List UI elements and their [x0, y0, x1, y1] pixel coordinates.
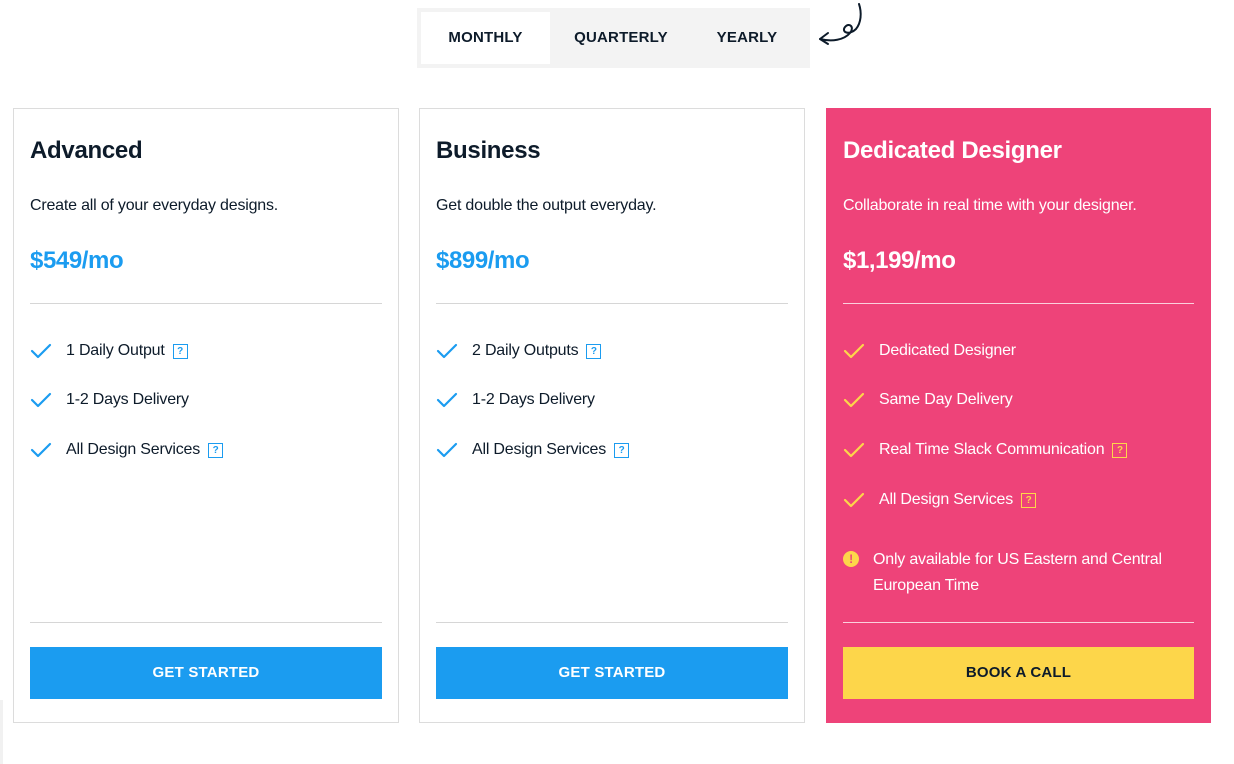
divider: [843, 303, 1194, 304]
feature-label: Real Time Slack Communication: [879, 441, 1105, 458]
page-edge-shadow: [0, 700, 3, 764]
feature-item: 1-2 Days Delivery: [436, 388, 595, 412]
plan-card-dedicated-designer: Dedicated Designer Collaborate in real t…: [826, 108, 1211, 723]
billing-period-toggle: MONTHLY QUARTERLY YEARLY: [417, 8, 810, 68]
check-icon: [843, 442, 865, 458]
feature-label: 2 Daily Outputs: [472, 342, 579, 359]
feature-label: All Design Services: [472, 441, 607, 458]
plan-description: Create all of your everyday designs.: [30, 197, 279, 214]
availability-note-text: Only available for US Eastern and Centra…: [873, 551, 1162, 594]
help-icon[interactable]: ?: [1112, 442, 1128, 458]
divider: [30, 622, 382, 623]
feature-item: Real Time Slack Communication ?: [843, 438, 1128, 462]
check-icon: [30, 343, 52, 359]
check-icon: [30, 392, 52, 408]
curly-arrow-icon: [819, 3, 862, 45]
help-icon[interactable]: ?: [1021, 492, 1037, 508]
help-icon[interactable]: ?: [208, 442, 224, 458]
check-icon: [843, 392, 865, 408]
check-icon: [30, 442, 52, 458]
divider: [436, 622, 788, 623]
feature-item: All Design Services ?: [30, 438, 224, 462]
feature-item: 1-2 Days Delivery: [30, 388, 189, 412]
help-icon[interactable]: ?: [614, 442, 630, 458]
toggle-monthly[interactable]: MONTHLY: [421, 12, 550, 64]
check-icon: [843, 343, 865, 359]
check-icon: [436, 343, 458, 359]
get-started-button[interactable]: GET STARTED: [30, 647, 382, 699]
plan-title: Business: [436, 137, 541, 164]
feature-label: All Design Services: [66, 441, 201, 458]
feature-item: 2 Daily Outputs ?: [436, 339, 602, 363]
feature-item: All Design Services ?: [436, 438, 630, 462]
feature-label: 1-2 Days Delivery: [472, 391, 595, 408]
availability-note: ! Only available for US Eastern and Cent…: [843, 547, 1193, 599]
feature-item: All Design Services ?: [843, 488, 1037, 512]
toggle-quarterly[interactable]: QUARTERLY: [554, 12, 688, 64]
plan-price: $899/mo: [436, 247, 530, 274]
feature-item: Dedicated Designer: [843, 339, 1016, 363]
feature-label: Same Day Delivery: [879, 391, 1013, 408]
check-icon: [843, 492, 865, 508]
plan-price: $1,199/mo: [843, 247, 956, 274]
feature-label: Dedicated Designer: [879, 342, 1016, 359]
feature-label: 1 Daily Output: [66, 342, 165, 359]
divider: [30, 303, 382, 304]
feature-item: Same Day Delivery: [843, 388, 1013, 412]
help-icon[interactable]: ?: [172, 343, 188, 359]
feature-label: All Design Services: [879, 491, 1014, 508]
warning-icon: !: [843, 551, 859, 567]
divider: [843, 622, 1194, 623]
get-started-button[interactable]: GET STARTED: [436, 647, 788, 699]
feature-item: 1 Daily Output ?: [30, 339, 188, 363]
feature-label: 1-2 Days Delivery: [66, 391, 189, 408]
plan-price: $549/mo: [30, 247, 124, 274]
plan-title: Dedicated Designer: [843, 137, 1062, 164]
toggle-yearly[interactable]: YEARLY: [692, 12, 802, 64]
plan-description: Collaborate in real time with your desig…: [843, 197, 1137, 214]
check-icon: [436, 442, 458, 458]
divider: [436, 303, 788, 304]
plan-title: Advanced: [30, 137, 143, 164]
plan-card-business: Business Get double the output everyday.…: [419, 108, 805, 723]
plan-card-advanced: Advanced Create all of your everyday des…: [13, 108, 399, 723]
plan-description: Get double the output everyday.: [436, 197, 657, 214]
help-icon[interactable]: ?: [586, 343, 602, 359]
check-icon: [436, 392, 458, 408]
book-a-call-button[interactable]: BOOK A CALL: [843, 647, 1194, 699]
